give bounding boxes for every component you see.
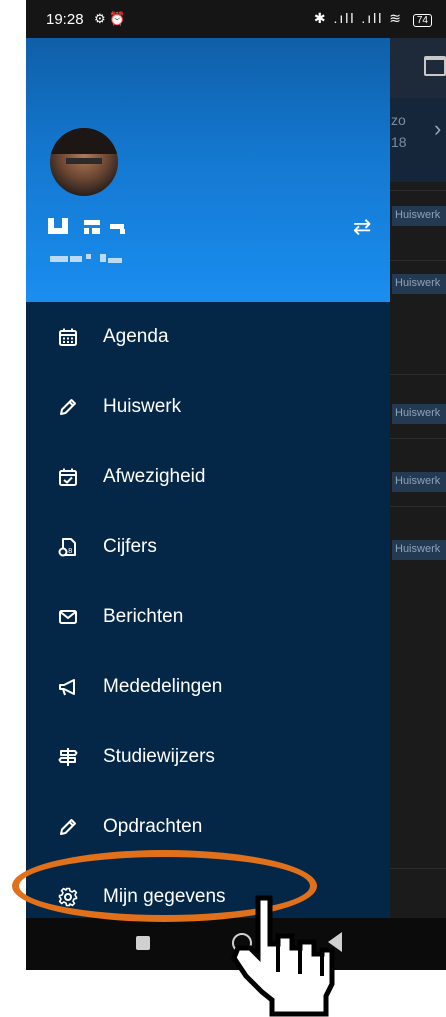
menu-item-huiswerk[interactable]: Huiswerk xyxy=(26,372,390,442)
menu-item-label: Mededelingen xyxy=(103,676,223,697)
homework-tag[interactable]: Huiswerk xyxy=(392,206,446,226)
menu-item-label: Opdrachten xyxy=(103,816,203,837)
svg-text:8: 8 xyxy=(68,547,72,555)
phone-screen: 19:28 ⚙ ⏰ ✱ .ıll .ıll ≋ 74 zo 18 › Huisw… xyxy=(26,0,446,970)
divider xyxy=(386,506,446,507)
menu-item-cijfers[interactable]: 8 Cijfers xyxy=(26,512,390,582)
menu-item-studiewijzers[interactable]: Studiewijzers xyxy=(26,722,390,792)
homework-tag[interactable]: Huiswerk xyxy=(392,540,446,560)
day-name: zo xyxy=(391,112,406,128)
status-time: 19:28 xyxy=(46,11,84,28)
menu-item-afwezigheid[interactable]: Afwezigheid xyxy=(26,442,390,512)
menu-item-agenda[interactable]: Agenda xyxy=(26,302,390,372)
divider xyxy=(386,868,446,869)
menu-item-mededelingen[interactable]: Mededelingen xyxy=(26,652,390,722)
switch-account-icon[interactable]: ⇄ xyxy=(353,214,371,240)
homework-tag[interactable]: Huiswerk xyxy=(392,472,446,492)
envelope-icon xyxy=(59,610,77,624)
megaphone-icon xyxy=(59,679,75,696)
pencil-icon xyxy=(60,819,76,835)
calendar-check-icon xyxy=(59,468,77,486)
divider xyxy=(386,260,446,261)
pencil-icon xyxy=(60,399,76,415)
avatar[interactable] xyxy=(50,128,118,196)
pointing-hand-icon xyxy=(231,895,335,1017)
drawer-header: ⇄ xyxy=(26,38,390,302)
menu-item-label: Afwezigheid xyxy=(103,466,206,487)
homework-tag[interactable]: Huiswerk xyxy=(392,274,446,294)
signpost-icon xyxy=(58,748,78,766)
calendar-icon xyxy=(59,328,77,346)
status-left-icons: ⚙ ⏰ xyxy=(94,11,126,26)
menu-item-label: Cijfers xyxy=(103,536,157,557)
divider xyxy=(386,374,446,375)
avatar-glasses xyxy=(66,158,102,164)
menu-item-label: Huiswerk xyxy=(103,396,182,417)
menu-item-label: Agenda xyxy=(103,326,169,347)
day-number: 18 xyxy=(391,134,407,150)
chevron-right-icon[interactable]: › xyxy=(434,116,441,142)
status-bar: 19:28 ⚙ ⏰ ✱ .ıll .ıll ≋ 74 xyxy=(26,0,446,38)
grade-file-icon: 8 xyxy=(58,538,76,557)
status-right-icons: ✱ .ıll .ıll ≋ 74 xyxy=(314,10,432,27)
battery-icon: 74 xyxy=(412,14,432,27)
avatar-hair xyxy=(50,128,118,154)
divider xyxy=(386,190,446,191)
recent-apps-button[interactable] xyxy=(136,936,150,950)
menu-item-label: Studiewijzers xyxy=(103,746,215,767)
signal-icons: ✱ .ıll .ıll ≋ xyxy=(313,10,403,26)
calendar-icon[interactable] xyxy=(424,56,446,76)
menu-item-berichten[interactable]: Berichten xyxy=(26,582,390,652)
navigation-drawer: ⇄ Agenda Huiswerk Afwezigheid 8 Cijfers … xyxy=(26,38,390,918)
menu-item-label: Berichten xyxy=(103,606,184,627)
divider xyxy=(386,438,446,439)
homework-tag[interactable]: Huiswerk xyxy=(392,404,446,424)
drawer-menu: Agenda Huiswerk Afwezigheid 8 Cijfers Be… xyxy=(26,302,390,932)
